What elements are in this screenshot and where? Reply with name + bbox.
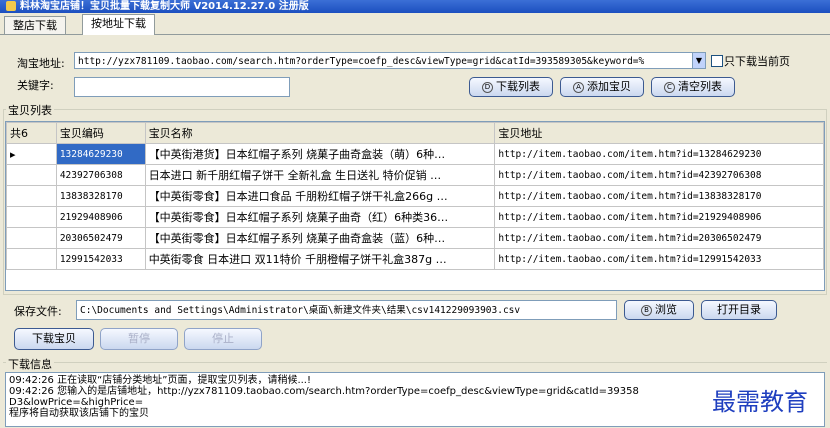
item-code: 13838328170 bbox=[55, 185, 146, 207]
item-code: 21929408906 bbox=[55, 206, 146, 228]
only-current-page-label: 只下载当前页 bbox=[724, 55, 790, 68]
item-name: 【中英街零食】日本红帽子系列 烧菓子曲奇（红）6种类36… bbox=[144, 206, 496, 228]
column-header-code: 宝贝编码 bbox=[55, 122, 146, 144]
column-header-url: 宝贝地址 bbox=[494, 122, 824, 144]
item-table: 共6 宝贝编码 宝贝名称 宝贝地址 ▸ 13284629230 【中英街港货】日… bbox=[6, 122, 824, 270]
stop-button[interactable]: 停止 bbox=[184, 328, 262, 350]
table-row[interactable]: 13838328170 【中英街零食】日本进口食品 千朋粉红帽子饼干礼盒266g… bbox=[6, 185, 824, 207]
item-url: http://item.taobao.com/item.htm?id=20306… bbox=[494, 227, 824, 249]
url-input[interactable]: http://yzx781109.taobao.com/search.htm?o… bbox=[74, 52, 694, 69]
browse-icon: B bbox=[641, 304, 652, 316]
only-current-page-checkbox[interactable] bbox=[711, 55, 723, 67]
clear-icon: C bbox=[664, 81, 675, 93]
table-row[interactable]: 20306502479 【中英街零食】日本红帽子系列 烧菓子曲奇盒装（蓝）6种…… bbox=[6, 227, 824, 249]
item-code: 20306502479 bbox=[55, 227, 146, 249]
tab-shop-download[interactable]: 整店下载 bbox=[4, 16, 66, 34]
row-indicator bbox=[6, 248, 57, 270]
log-title: 下载信息 bbox=[6, 356, 54, 372]
clear-list-button[interactable]: C 清空列表 bbox=[651, 77, 735, 97]
item-url: http://item.taobao.com/item.htm?id=21929… bbox=[494, 206, 824, 228]
column-header-count: 共6 bbox=[6, 122, 57, 144]
download-list-button[interactable]: D 下载列表 bbox=[469, 77, 553, 97]
item-url: http://item.taobao.com/item.htm?id=42392… bbox=[494, 164, 824, 186]
log-line: 09:42:26 正在读取“店铺分类地址”页面，提取宝贝列表，请稍候...! bbox=[9, 375, 311, 386]
row-indicator bbox=[6, 185, 57, 207]
open-directory-button[interactable]: 打开目录 bbox=[701, 300, 777, 320]
table-row[interactable]: ▸ 13284629230 【中英街港货】日本红帽子系列 烧菓子曲奇盒装（萌）6… bbox=[6, 143, 824, 165]
add-item-button[interactable]: A 添加宝贝 bbox=[560, 77, 644, 97]
row-indicator bbox=[6, 164, 57, 186]
window-title: 料林淘宝店铺！宝贝批量下载复制大师 V2014.12.27.0 注册版 bbox=[20, 1, 309, 12]
clear-list-label: 清空列表 bbox=[678, 80, 722, 93]
item-code: 13284629230 bbox=[55, 143, 146, 165]
download-list-label: 下载列表 bbox=[496, 80, 540, 93]
save-file-label: 保存文件: bbox=[14, 305, 62, 318]
item-url: http://item.taobao.com/item.htm?id=12991… bbox=[494, 248, 824, 270]
table-row[interactable]: 21929408906 【中英街零食】日本红帽子系列 烧菓子曲奇（红）6种类36… bbox=[6, 206, 824, 228]
table-row[interactable]: 12991542033 中英街零食 日本进口 双11特价 千朋橙帽子饼干礼盒38… bbox=[6, 248, 824, 270]
keyword-label: 关键字: bbox=[17, 79, 54, 92]
item-name: 【中英街零食】日本红帽子系列 烧菓子曲奇盒装（蓝）6种… bbox=[144, 227, 496, 249]
save-path-input[interactable]: C:\Documents and Settings\Administrator\… bbox=[76, 300, 617, 320]
table-row[interactable]: 42392706308 日本进口 新千朋红帽子饼干 全新礼盒 生日送礼 特价促销… bbox=[6, 164, 824, 186]
item-url: http://item.taobao.com/item.htm?id=13838… bbox=[494, 185, 824, 207]
keyword-input[interactable] bbox=[74, 77, 290, 97]
item-name: 中英街零食 日本进口 双11特价 千朋橙帽子饼干礼盒387g … bbox=[144, 248, 496, 270]
watermark-text: 最需教育 bbox=[712, 388, 808, 416]
browse-button[interactable]: B 浏览 bbox=[624, 300, 694, 320]
tab-address-download[interactable]: 按地址下载 bbox=[82, 14, 155, 35]
item-list-title: 宝贝列表 bbox=[6, 102, 54, 118]
item-url: http://item.taobao.com/item.htm?id=13284… bbox=[494, 143, 824, 165]
log-output[interactable]: 09:42:26 正在读取“店铺分类地址”页面，提取宝贝列表，请稍候...! 0… bbox=[5, 372, 825, 427]
open-directory-label: 打开目录 bbox=[717, 303, 761, 316]
app-icon bbox=[6, 1, 16, 11]
row-indicator bbox=[6, 227, 57, 249]
item-name: 日本进口 新千朋红帽子饼干 全新礼盒 生日送礼 特价促销 … bbox=[144, 164, 496, 186]
download-icon: D bbox=[482, 81, 493, 93]
item-code: 12991542033 bbox=[55, 248, 146, 270]
item-grid[interactable]: 共6 宝贝编码 宝贝名称 宝贝地址 ▸ 13284629230 【中英街港货】日… bbox=[5, 121, 825, 291]
log-line: D3&lowPrice=&highPrice= bbox=[9, 397, 144, 408]
row-indicator bbox=[6, 206, 57, 228]
row-indicator: ▸ bbox=[6, 143, 57, 165]
add-item-label: 添加宝贝 bbox=[587, 80, 631, 93]
pause-button[interactable]: 暂停 bbox=[100, 328, 178, 350]
tab-strip: 整店下载 按地址下载 bbox=[0, 14, 830, 35]
item-name: 【中英街港货】日本红帽子系列 烧菓子曲奇盒装（萌）6种… bbox=[144, 143, 496, 165]
add-icon: A bbox=[573, 81, 584, 93]
item-name: 【中英街零食】日本进口食品 千朋粉红帽子饼干礼盒266g … bbox=[144, 185, 496, 207]
browse-label: 浏览 bbox=[655, 303, 677, 316]
column-header-name: 宝贝名称 bbox=[144, 122, 496, 144]
download-items-button[interactable]: 下载宝贝 bbox=[14, 328, 94, 350]
log-line: 程序将自动获取该店铺下的宝贝 bbox=[9, 408, 149, 419]
title-bar: 料林淘宝店铺！宝贝批量下载复制大师 V2014.12.27.0 注册版 bbox=[0, 0, 830, 13]
url-dropdown-button[interactable]: ▼ bbox=[692, 52, 706, 69]
url-label: 淘宝地址: bbox=[17, 57, 65, 70]
item-code: 42392706308 bbox=[55, 164, 146, 186]
log-line: 09:42:26 您输入的是店铺地址，http://yzx781109.taob… bbox=[9, 386, 639, 397]
table-header-row: 共6 宝贝编码 宝贝名称 宝贝地址 bbox=[6, 122, 824, 144]
